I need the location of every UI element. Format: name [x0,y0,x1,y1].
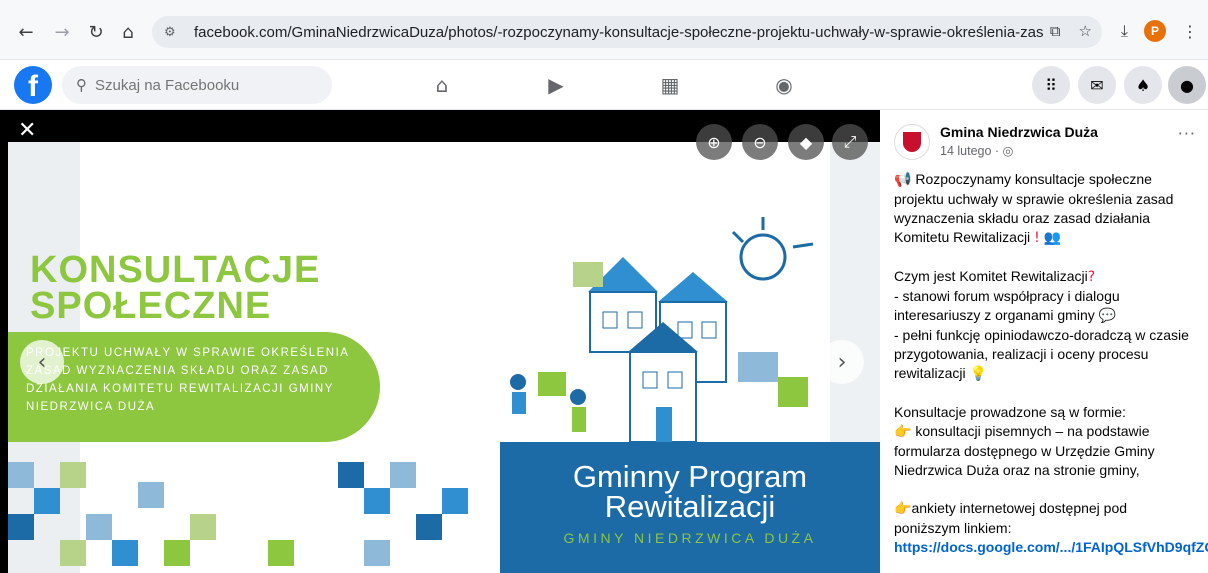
pointing-hand-icon: 👉 [894,501,912,517]
notifications-bell-icon[interactable]: ♠ [1124,66,1162,104]
messenger-icon[interactable]: ✉ [1078,66,1116,104]
video-nav-icon[interactable]: ▶ [541,71,571,99]
gaming-nav-icon[interactable]: ◉ [769,71,799,99]
houses-illustration [510,217,814,443]
photo-image: KONSULTACJE SPOŁECZNE PROJEKTU UCHWAŁY W… [8,142,880,573]
marketplace-nav-icon[interactable]: ▦ [655,71,685,99]
tag-icon[interactable]: ◆ [788,124,824,160]
form-link[interactable]: https://docs.google.com/.../1FAIpQLSfVhD… [894,539,1208,555]
puzzle-pieces [8,462,468,566]
home-icon[interactable]: ⌂ [116,20,140,44]
site-info-icon[interactable]: ⚙ [164,25,184,40]
menu-kebab-icon[interactable]: ⋮ [1182,22,1198,41]
next-arrow-icon[interactable]: › [820,340,864,384]
people-icon: 👥 [1043,230,1062,246]
facebook-header: f ⚲ ⌂ ▶ ▦ ◉ ⠿ ✉ ♠ ● [0,60,1208,110]
back-icon[interactable]: ← [14,20,38,44]
post-body: 📢 Rozpoczynamy konsultacje społeczne pro… [894,170,1208,557]
forward-icon[interactable]: → [50,20,74,44]
download-icon[interactable]: ⤓ [1121,21,1128,41]
question-icon: ? [1087,269,1096,285]
bookmark-star-icon[interactable]: ☆ [1079,22,1092,40]
profile-avatar[interactable]: P [1144,20,1166,42]
globe-icon: ◎ [1002,143,1014,158]
post-panel: Gmina Niedrzwica Duża 14 lutego · ◎ ··· … [880,110,1208,573]
facebook-logo[interactable]: f [14,66,52,104]
lightbulb-icon: 💡 [969,366,987,382]
banner-text: PROJEKTU UCHWAŁY W SPRAWIE OKREŚLENIA ZA… [26,347,349,413]
install-app-icon[interactable]: ⧉ [1050,22,1061,40]
browser-toolbar: ← → ↻ ⌂ ⚙ facebook.com/GminaNiedrzwicaDu… [0,0,1208,60]
program-title: Gminny Program Rewitalizacji [572,459,808,524]
previous-arrow-icon[interactable]: ‹ [20,340,64,384]
reload-icon[interactable]: ↻ [84,20,108,44]
menu-grid-icon[interactable]: ⠿ [1032,66,1070,104]
account-avatar[interactable]: ● [1168,66,1206,104]
fullscreen-icon[interactable]: ⤢ [832,124,868,160]
post-date[interactable]: 14 lutego · ◎ [940,143,1098,158]
url-text[interactable]: facebook.com/GminaNiedrzwicaDuza/photos/… [194,24,1044,41]
home-nav-icon[interactable]: ⌂ [427,71,457,99]
pointing-hand-icon: 👉 [894,424,912,440]
search-input[interactable] [95,76,295,94]
more-options-icon[interactable]: ··· [1178,124,1196,143]
search-icon: ⚲ [76,76,87,94]
zoom-out-icon[interactable]: ⊖ [742,124,778,160]
photo-viewer: KONSULTACJE SPOŁECZNE PROJEKTU UCHWAŁY W… [0,110,880,573]
speech-icon: 💬 [1098,308,1117,324]
program-subtitle: GMINY NIEDRZWICA DUŻA [563,530,817,546]
exclamation-icon: ! [1034,230,1040,246]
photo-title: KONSULTACJE SPOŁECZNE [30,249,321,327]
zoom-in-icon[interactable]: ⊕ [696,124,732,160]
search-box[interactable]: ⚲ [62,66,332,104]
address-bar[interactable]: ⚙ facebook.com/GminaNiedrzwicaDuza/photo… [152,16,1102,48]
post-author[interactable]: Gmina Niedrzwica Duża [940,124,1098,140]
close-icon[interactable]: ✕ [18,118,36,143]
page-avatar[interactable] [894,124,930,160]
megaphone-icon: 📢 [894,172,912,188]
